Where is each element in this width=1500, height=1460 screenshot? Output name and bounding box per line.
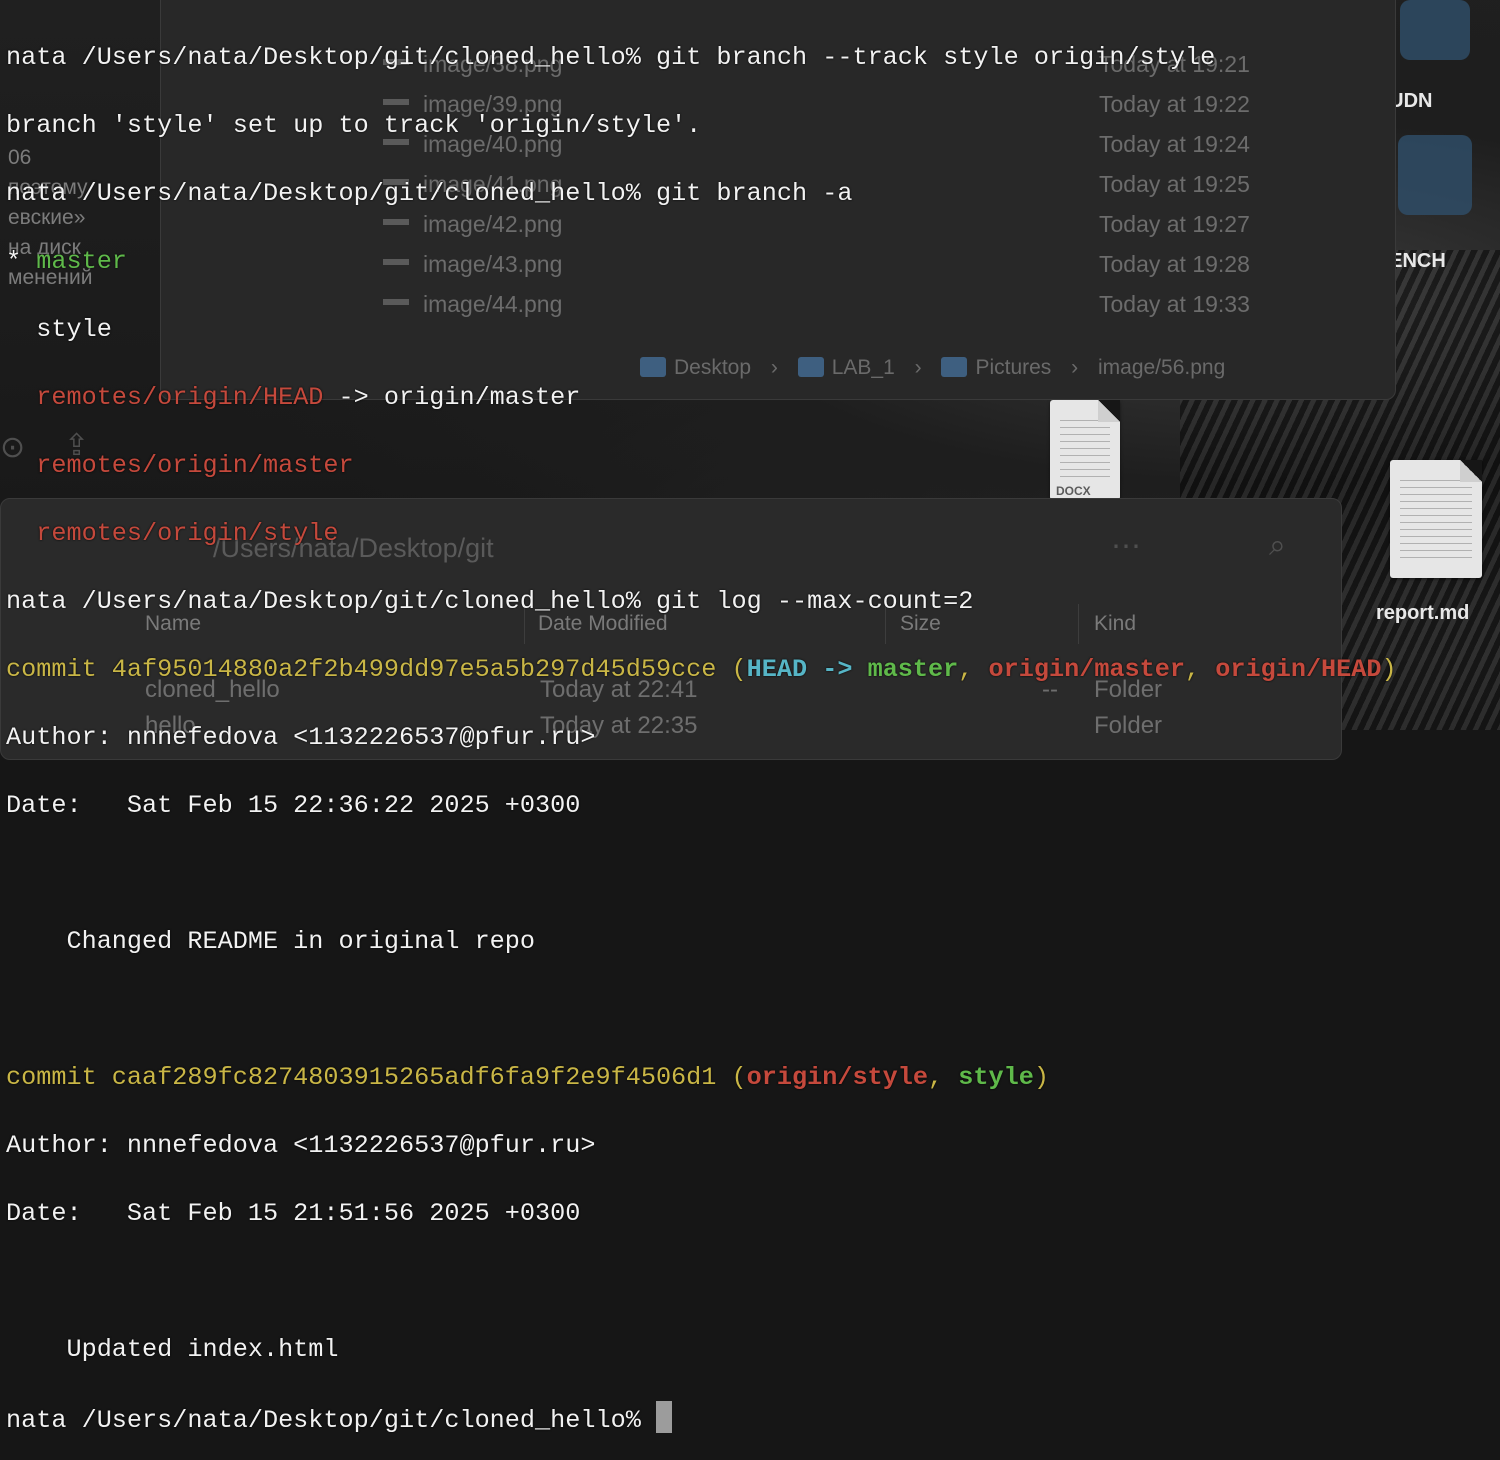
shell-command: git branch -a [655,179,853,208]
current-branch-marker: * [6,247,37,276]
shell-prompt: nata /Users/nata/Desktop/git/cloned_hell… [6,43,656,72]
terminal-line: style [6,313,1500,347]
terminal-line: remotes/origin/master [6,449,1500,483]
terminal-line: nata /Users/nata/Desktop/git/cloned_hell… [6,41,1500,75]
remote-ref: origin/style [746,1063,929,1092]
remote-branch: remotes/origin/style [36,519,339,548]
commit-author: Author: nnnefedova <1132226537@pfur.ru> [6,723,596,752]
shell-prompt: nata /Users/nata/Desktop/git/cloned_hell… [6,1406,656,1435]
terminal-line: nata /Users/nata/Desktop/git/cloned_hell… [6,177,1500,211]
commit-author: Author: nnnefedova <1132226537@pfur.ru> [6,1131,596,1160]
terminal-line: remotes/origin/HEAD -> origin/master [6,381,1500,415]
shell-command: git log --max-count=2 [655,587,974,616]
branch-ref: style [958,1063,1034,1092]
commit-hash: commit 4af95014880a2f2b499dd97e5a5b297d4… [6,655,747,684]
commit-date: Date: Sat Feb 15 22:36:22 2025 +0300 [6,791,581,820]
local-branch: style [6,315,112,344]
commit-header: commit 4af95014880a2f2b499dd97e5a5b297d4… [6,655,1397,684]
commit-header: commit caaf289fc8274803915265adf6fa9f2e9… [6,1063,1049,1092]
command-output: branch 'style' set up to track 'origin/s… [6,111,702,140]
remote-branch: remotes/origin/master [36,451,354,480]
terminal-output[interactable]: nata /Users/nata/Desktop/git/cloned_hell… [0,0,1500,1435]
current-branch: master [36,247,127,276]
remote-branch: remotes/origin/HEAD [36,383,324,412]
text-cursor[interactable] [655,1401,672,1433]
branch-pointer: -> origin/master [323,383,581,412]
remote-ref: origin/master [988,655,1186,684]
remote-ref: origin/HEAD [1215,655,1382,684]
commit-message: Updated index.html [6,1335,339,1364]
commit-date: Date: Sat Feb 15 21:51:56 2025 +0300 [6,1199,581,1228]
head-ref: HEAD -> [746,655,853,684]
terminal-line: branch 'style' set up to track 'origin/s… [6,109,1500,143]
terminal-line: remotes/origin/style [6,517,1500,551]
terminal-line: * master [6,245,1500,279]
shell-prompt: nata /Users/nata/Desktop/git/cloned_hell… [6,587,656,616]
terminal-line: nata /Users/nata/Desktop/git/cloned_hell… [6,585,1500,619]
shell-prompt: nata /Users/nata/Desktop/git/cloned_hell… [6,179,656,208]
terminal-line[interactable]: nata /Users/nata/Desktop/git/cloned_hell… [6,1401,1500,1435]
shell-command: git branch --track style origin/style [655,43,1216,72]
branch-ref: master [867,655,959,684]
commit-message: Changed README in original repo [6,927,536,956]
commit-hash: commit caaf289fc8274803915265adf6fa9f2e9… [6,1063,747,1092]
